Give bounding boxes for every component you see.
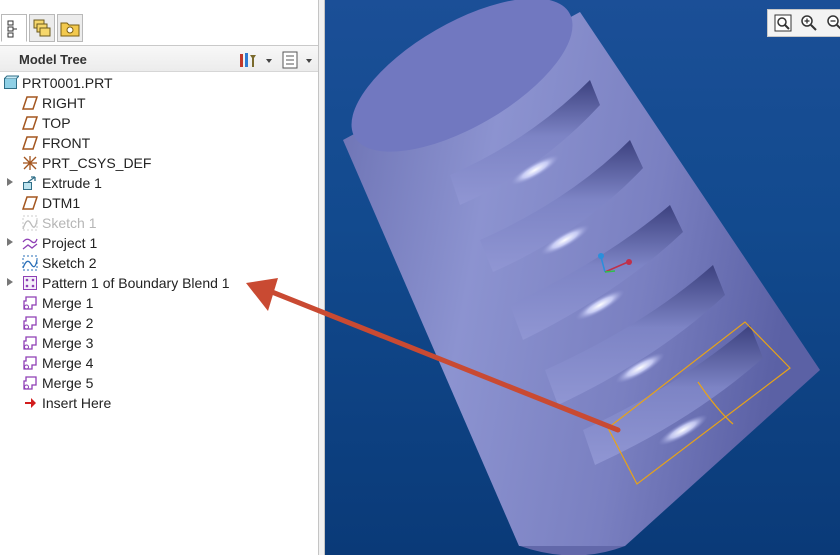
tree-item-label: Merge 4	[42, 355, 94, 371]
refit-button[interactable]	[773, 13, 793, 33]
tree-item-label: Merge 1	[42, 295, 94, 311]
show-columns-icon	[282, 51, 312, 69]
tree-item-label: PRT0001.PRT	[22, 75, 113, 91]
tree-item-label: Merge 3	[42, 335, 94, 351]
tree-item-front[interactable]: FRONT	[0, 133, 318, 153]
expand-arrow-icon[interactable]	[7, 178, 13, 186]
favorites-folder-tab-icon	[60, 22, 80, 37]
tree-item-prt-csys-def[interactable]: PRT_CSYS_DEF	[0, 153, 318, 173]
layers-tab[interactable]	[29, 14, 55, 42]
datum-plane-icon	[21, 115, 39, 131]
expand-arrow-icon[interactable]	[7, 278, 13, 286]
tree-settings-button[interactable]	[238, 51, 274, 69]
view-toolbar	[767, 9, 840, 37]
tree-item-merge-4[interactable]: Merge 4	[0, 353, 318, 373]
merge-icon	[22, 295, 38, 311]
expand-arrow-icon[interactable]	[7, 238, 13, 246]
tree-item-sketch-2[interactable]: Sketch 2	[0, 253, 318, 273]
tree-item-label: FRONT	[42, 135, 91, 151]
tree-item-label: DTM1	[42, 195, 81, 211]
datum-plane-icon	[21, 95, 39, 111]
pattern-icon	[22, 275, 38, 291]
tree-item-label: Sketch 1	[42, 215, 97, 231]
part-model[interactable]	[325, 0, 840, 555]
tree-item-label: PRT_CSYS_DEF	[42, 155, 152, 171]
model-tree-tab-icon	[7, 20, 17, 38]
graphics-window[interactable]	[325, 0, 840, 555]
layers-tab-icon	[33, 19, 51, 37]
tree-item-merge-2[interactable]: Merge 2	[0, 313, 318, 333]
datum-plane-icon	[21, 135, 39, 151]
tree-item-top[interactable]: TOP	[0, 113, 318, 133]
tree-item-merge-1[interactable]: Merge 1	[0, 293, 318, 313]
tree-item-project-1[interactable]: Project 1	[0, 233, 318, 253]
sketch-icon	[22, 255, 38, 271]
favorites-tab[interactable]	[57, 14, 83, 42]
tree-item-label: Extrude 1	[42, 175, 102, 191]
tree-item-label: Project 1	[42, 235, 98, 251]
model-tree-header: Model Tree	[0, 45, 318, 72]
model-tree-panel: Model Tree PRT0001.PRT RIGHT TOP FRONT P…	[0, 0, 325, 555]
tree-item-label: Merge 5	[42, 375, 94, 391]
tree-item-label: RIGHT	[42, 95, 86, 111]
tree-item-label: TOP	[42, 115, 71, 131]
tree-item-label: Insert Here	[42, 395, 112, 411]
tree-item-right[interactable]: RIGHT	[0, 93, 318, 113]
tree-item-label: Merge 2	[42, 315, 94, 331]
tree-item-insert-here[interactable]: Insert Here	[0, 393, 318, 413]
tree-item-label: Pattern 1 of Boundary Blend 1	[42, 275, 230, 291]
coordinate-system-icon	[22, 155, 38, 171]
project-icon	[22, 235, 38, 251]
zoom-in-icon	[801, 15, 817, 31]
tree-item-pattern-1[interactable]: Pattern 1 of Boundary Blend 1	[0, 273, 318, 293]
tree-item-sketch-1[interactable]: Sketch 1	[0, 213, 318, 233]
tree-item-label: Sketch 2	[42, 255, 97, 271]
tree-item-extrude-1[interactable]: Extrude 1	[0, 173, 318, 193]
extrude-icon	[22, 175, 38, 191]
sketch-icon	[22, 215, 38, 231]
panel-splitter[interactable]	[318, 0, 325, 555]
merge-icon	[22, 335, 38, 351]
zoom-in-button[interactable]	[799, 13, 819, 33]
merge-icon	[22, 315, 38, 331]
tree-item-dtm1[interactable]: DTM1	[0, 193, 318, 213]
show-columns-button[interactable]	[280, 51, 316, 69]
part-icon	[3, 75, 21, 91]
merge-icon	[22, 375, 38, 391]
zoom-out-icon	[827, 15, 840, 30]
tree-item-merge-3[interactable]: Merge 3	[0, 333, 318, 353]
merge-icon	[22, 355, 38, 371]
datum-plane-icon	[21, 195, 39, 211]
tree-item-prt0001[interactable]: PRT0001.PRT	[0, 73, 318, 93]
model-tree-title: Model Tree	[19, 52, 87, 67]
insert-here-arrow-icon[interactable]	[22, 395, 38, 411]
zoom-out-button[interactable]	[825, 13, 840, 33]
tree-settings-icon	[240, 53, 272, 67]
navigator-tabs	[0, 0, 325, 44]
tree-item-merge-5[interactable]: Merge 5	[0, 373, 318, 393]
model-tree-tab[interactable]	[1, 14, 27, 42]
refit-icon	[774, 14, 792, 32]
